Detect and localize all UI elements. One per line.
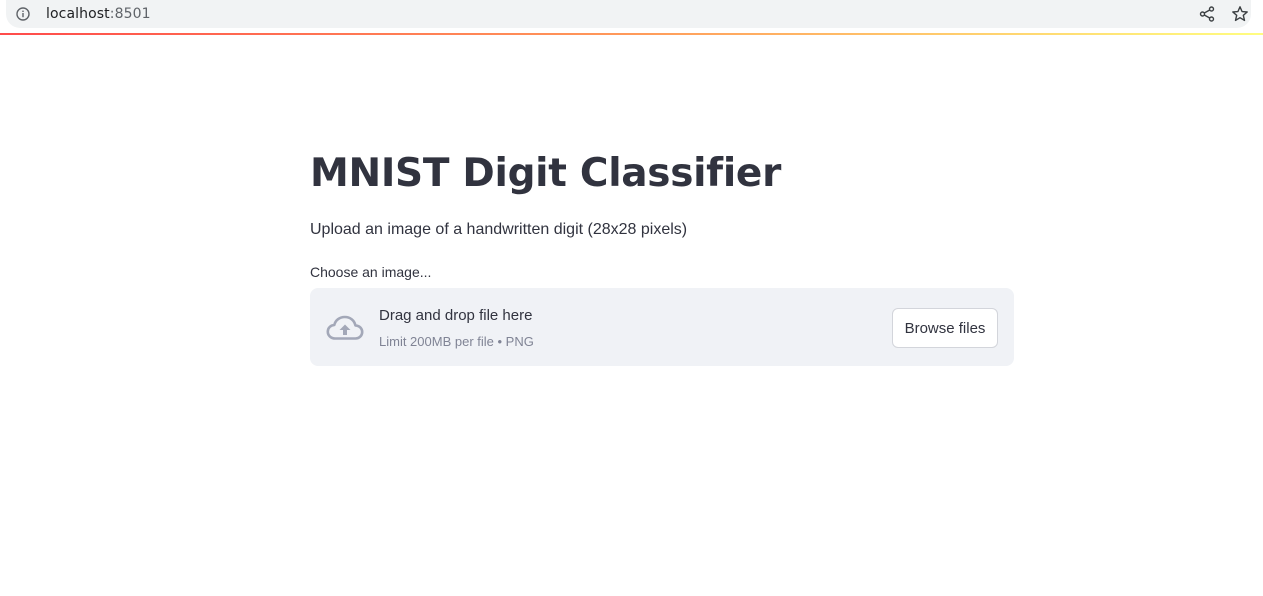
url-port: :8501 [109, 6, 151, 22]
page-subtitle: Upload an image of a handwritten digit (… [310, 221, 688, 238]
dropzone-file-limit: Limit 200MB per file • PNG [379, 334, 534, 349]
dropzone-instruction: Drag and drop file here [379, 307, 533, 324]
browse-files-button[interactable]: Browse files [892, 308, 998, 348]
info-icon[interactable] [16, 7, 30, 21]
browser-toolbar: localhost:8501 [0, 0, 1263, 33]
url-host: localhost [46, 6, 110, 22]
share-icon[interactable] [1199, 6, 1215, 22]
url-text[interactable]: localhost:8501 [46, 6, 151, 22]
file-uploader-label: Choose an image... [310, 264, 432, 280]
cloud-upload-icon [326, 315, 364, 340]
header-decoration [0, 33, 1263, 35]
address-bar[interactable]: localhost:8501 [6, 0, 1251, 28]
file-dropzone[interactable]: Drag and drop file here Limit 200MB per … [310, 288, 1014, 366]
page-title: MNIST Digit Classifier [310, 151, 781, 196]
star-icon[interactable] [1231, 5, 1249, 23]
